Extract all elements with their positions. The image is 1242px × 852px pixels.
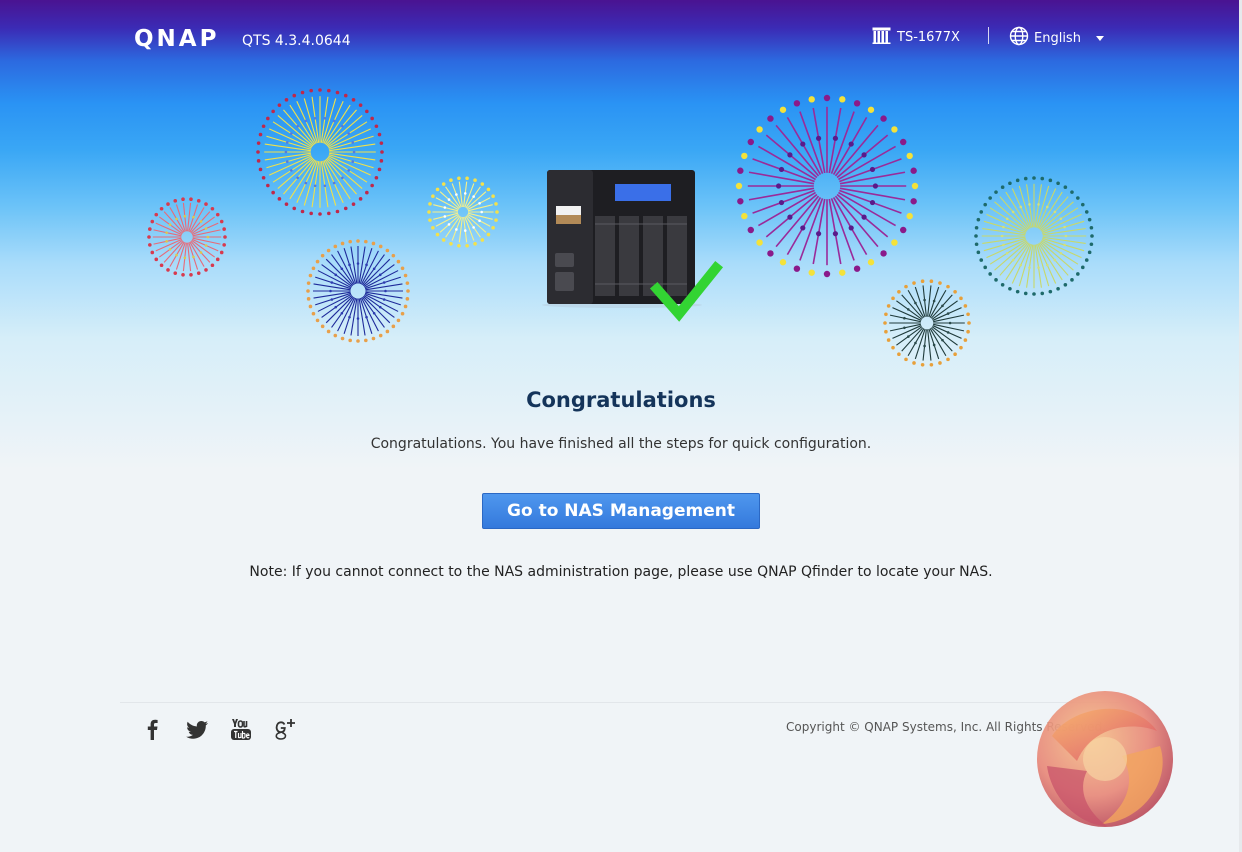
- nas-device-illustration: [542, 170, 702, 308]
- youtube-icon[interactable]: [228, 716, 254, 742]
- google-plus-icon[interactable]: [272, 716, 298, 742]
- setup-complete-page: QNAP QTS 4.3.4.0644 TS-1677X English Con…: [0, 0, 1242, 852]
- firework-burst: [306, 239, 410, 343]
- firework-burst: [735, 94, 919, 278]
- twitter-icon[interactable]: [184, 716, 210, 742]
- footer-divider: [120, 702, 1120, 703]
- firework-burst: [427, 176, 499, 248]
- firework-burst: [974, 176, 1094, 296]
- firework-burst: [147, 197, 227, 277]
- facebook-icon[interactable]: [140, 716, 166, 742]
- celebration-illustration: [147, 88, 1094, 367]
- page-title: Congratulations: [526, 388, 716, 412]
- qfinder-note: Note: If you cannot connect to the NAS a…: [249, 564, 993, 580]
- firework-burst: [256, 88, 384, 216]
- go-to-nas-management-button[interactable]: Go to NAS Management: [482, 493, 760, 529]
- completion-message: Congratulations. You have finished all t…: [370, 436, 872, 452]
- watermark-logo: [1037, 691, 1173, 827]
- social-links: [140, 716, 298, 742]
- firework-burst: [883, 279, 971, 367]
